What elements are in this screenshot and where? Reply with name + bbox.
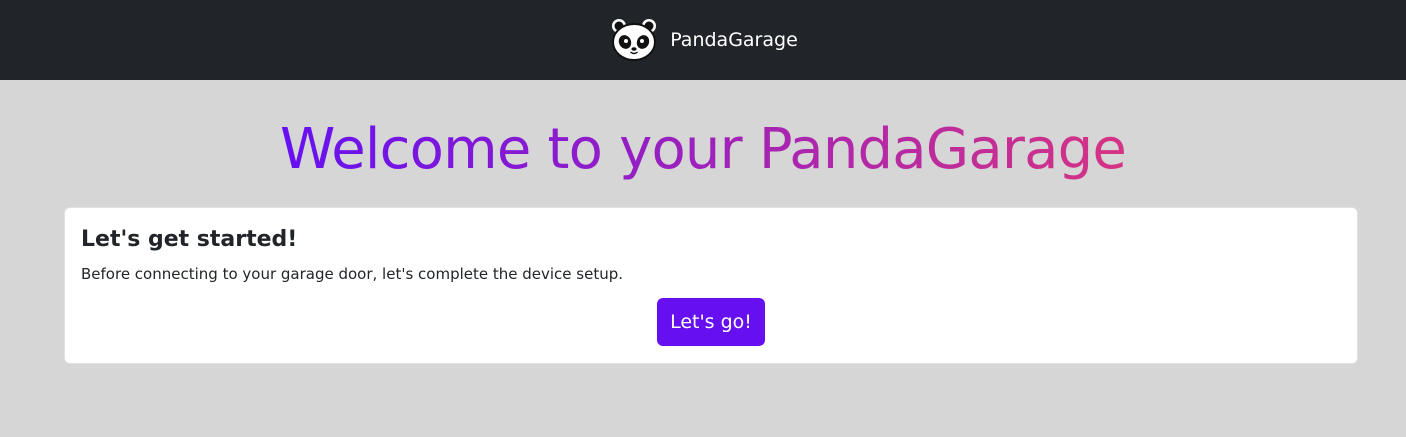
brand-name: PandaGarage — [670, 29, 798, 51]
setup-card: Let's get started! Before connecting to … — [64, 207, 1358, 364]
brand-link[interactable]: PandaGarage — [610, 18, 798, 62]
lets-go-button[interactable]: Let's go! — [657, 298, 765, 346]
welcome-section: Welcome to your PandaGarage — [0, 114, 1406, 206]
panda-icon — [610, 18, 658, 62]
card-text: Before connecting to your garage door, l… — [81, 265, 624, 283]
top-navbar: PandaGarage — [0, 0, 1406, 80]
card-title: Let's get started! — [81, 227, 298, 252]
button-wrapper: Let's go! — [81, 298, 1341, 346]
welcome-heading: Welcome to your PandaGarage — [280, 114, 1127, 186]
